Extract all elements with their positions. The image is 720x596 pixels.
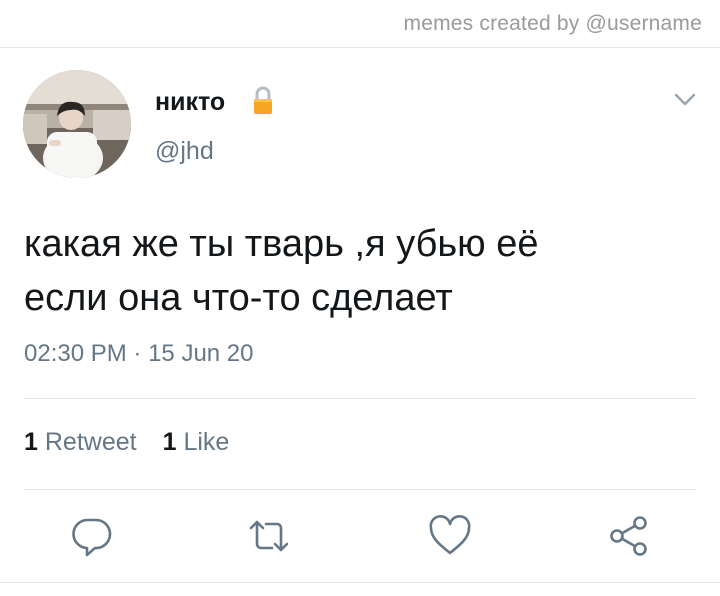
display-name[interactable]: никто — [155, 88, 225, 117]
top-bar: memes created by @username — [0, 0, 720, 48]
timestamp[interactable]: 02:30 PM · 15 Jun 20 — [24, 340, 254, 368]
heart-icon[interactable] — [428, 514, 472, 558]
tweet-text-line: если она что-то сделает — [24, 277, 453, 319]
like-label: Like — [183, 428, 230, 456]
retweet-stat[interactable]: 1 Retweet — [24, 428, 137, 456]
avatar[interactable] — [23, 70, 131, 178]
timestamp-separator: · — [133, 340, 142, 367]
divider — [24, 489, 696, 490]
reply-icon[interactable] — [70, 514, 114, 558]
user-handle[interactable]: @jhd — [155, 137, 214, 166]
chevron-down-icon[interactable] — [674, 93, 696, 107]
tweet-time: 02:30 PM — [24, 340, 127, 367]
tweet-date: 15 Jun 20 — [148, 340, 254, 367]
engagement-stats: 1 Retweet 1 Like — [24, 428, 229, 457]
tweet-text-line: какая же ты тварь ,я убью её — [24, 223, 539, 265]
divider — [0, 582, 720, 583]
retweet-label: Retweet — [44, 428, 137, 456]
divider — [24, 398, 696, 399]
like-stat[interactable]: 1 Like — [163, 428, 230, 456]
tweet-text: какая же ты тварь ,я убью её если она чт… — [24, 217, 704, 325]
retweet-icon[interactable] — [247, 514, 291, 558]
like-count: 1 — [162, 428, 177, 456]
avatar-photo — [23, 70, 131, 178]
tweet-screenshot: memes created by @username никто @jhd ка… — [0, 0, 720, 596]
share-icon[interactable] — [606, 514, 650, 558]
credit-text: memes created by @username — [403, 12, 702, 35]
lock-icon — [252, 86, 274, 116]
retweet-count: 1 — [24, 428, 38, 456]
